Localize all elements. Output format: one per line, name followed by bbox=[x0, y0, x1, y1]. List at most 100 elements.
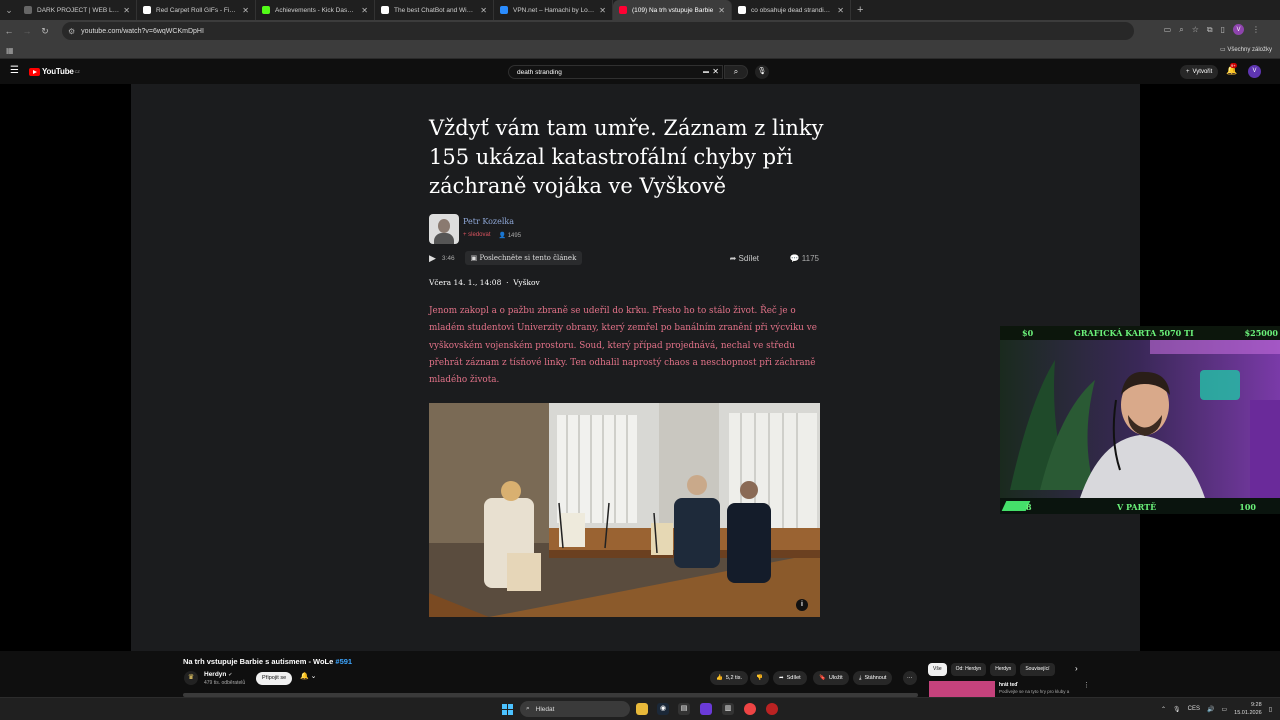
hamburger-menu-icon[interactable]: ☰ bbox=[10, 65, 19, 76]
sidepanel-icon[interactable]: ▯ bbox=[1221, 25, 1225, 34]
photo-info-icon[interactable]: i bbox=[796, 599, 808, 611]
tab-title: VPN.net – Hamachi by LogMeIn bbox=[513, 6, 595, 14]
youtube-play-icon bbox=[29, 67, 40, 76]
create-button[interactable]: + Vytvořit bbox=[1180, 65, 1219, 79]
forward-icon[interactable]: → bbox=[18, 26, 36, 36]
file-explorer-icon[interactable] bbox=[636, 703, 648, 715]
youtube-header: ☰ YouTube CZ death stranding ▬ ✕ ⌕ 🎙 + Vy… bbox=[0, 60, 1280, 84]
start-button[interactable] bbox=[502, 704, 513, 715]
steam-icon[interactable]: ◉ bbox=[657, 703, 669, 715]
author-avatar bbox=[429, 214, 459, 244]
all-bookmarks-folder[interactable]: ▭ Všechny záložky bbox=[1220, 46, 1272, 53]
browser-tab[interactable]: co obsahuje dead stranding co ✕ bbox=[732, 0, 851, 20]
video-info-area: Na trh vstupuje Barbie s autismem - WoLe… bbox=[0, 651, 1280, 697]
youtube-logo[interactable]: YouTube CZ bbox=[29, 67, 80, 76]
browser-tab[interactable]: VPN.net – Hamachi by LogMeIn ✕ bbox=[494, 0, 613, 20]
extensions-icon[interactable]: ⧉ bbox=[1207, 25, 1213, 35]
search-icon: ⌕ bbox=[733, 67, 739, 76]
tab-favicon-icon bbox=[619, 6, 627, 14]
browser-tab[interactable]: The best ChatBot and Widgets ✕ bbox=[375, 0, 494, 20]
chrome-icon[interactable] bbox=[744, 703, 756, 715]
reload-icon[interactable]: ↻ bbox=[36, 26, 54, 37]
tab-favicon-icon bbox=[500, 6, 508, 14]
tab-search-icon[interactable]: ⌄ bbox=[0, 0, 18, 20]
filter-chip[interactable]: Vše bbox=[928, 663, 947, 676]
share-icon: ➦ bbox=[729, 253, 737, 263]
mic-tray-icon[interactable]: 🎙 bbox=[1173, 706, 1181, 713]
url-text: youtube.com/watch?v=6wqWCKmDpHI bbox=[81, 27, 204, 35]
browser-tab[interactable]: (109) Na trh vstupuje Barbie ✕ bbox=[613, 0, 732, 20]
tab-close-icon[interactable]: ✕ bbox=[480, 6, 487, 15]
clock[interactable]: 9:28 15.01.2026 bbox=[1234, 701, 1262, 717]
browser-tab[interactable]: DARK PROJECT | WEB LAB ✕ bbox=[18, 0, 137, 20]
dislike-button[interactable]: 👎 bbox=[750, 671, 769, 685]
cast-icon[interactable]: ▭ bbox=[1164, 25, 1172, 34]
youtube-logo-text: YouTube bbox=[42, 67, 74, 76]
keyboard-icon[interactable]: ▬ bbox=[703, 69, 709, 75]
save-button[interactable]: 🔖 Uložit bbox=[813, 671, 849, 685]
taskbar-search[interactable]: ⌕ Hledat bbox=[520, 701, 630, 717]
tray-overflow-icon[interactable]: ⌃ bbox=[1161, 706, 1166, 713]
all-bookmarks-label: Všechny záložky bbox=[1227, 47, 1272, 53]
language-indicator[interactable]: CES bbox=[1188, 706, 1200, 712]
filter-chip[interactable]: Od: Herdyn bbox=[950, 663, 987, 676]
tab-close-icon[interactable]: ✕ bbox=[718, 6, 725, 15]
clear-search-icon[interactable]: ✕ bbox=[712, 67, 719, 76]
verified-icon: ✔ bbox=[228, 672, 233, 678]
tab-close-icon[interactable]: ✕ bbox=[361, 6, 368, 15]
browser-tab[interactable]: Achievements - Kick Dashboard ✕ bbox=[256, 0, 375, 20]
menu-icon[interactable]: ⋮ bbox=[1252, 25, 1260, 34]
app-icon-2[interactable] bbox=[700, 703, 712, 715]
app-icon-1[interactable]: ▤ bbox=[678, 703, 690, 715]
video-player[interactable]: Vždyť vám tam umře. Záznam z linky 155 u… bbox=[0, 84, 1280, 651]
listen-label: Poslechněte si tento článek bbox=[479, 254, 577, 262]
new-tab-button[interactable]: + bbox=[857, 4, 863, 16]
volume-icon[interactable]: 🔊 bbox=[1207, 706, 1214, 713]
site-info-icon[interactable]: ⚙ bbox=[68, 27, 75, 36]
tab-close-icon[interactable]: ✕ bbox=[837, 6, 844, 15]
party-bar: 8 V PARTĚ 100 bbox=[1000, 498, 1280, 514]
channel-avatar[interactable]: ♛ bbox=[184, 671, 198, 685]
recommended-thumbnail[interactable] bbox=[929, 681, 995, 697]
profile-avatar[interactable]: V bbox=[1233, 24, 1244, 35]
video-hashtag[interactable]: #591 bbox=[335, 657, 352, 666]
bookmarks-bar: ▦ ▭ Všechny záložky bbox=[0, 42, 1280, 59]
apps-grid-icon[interactable]: ▦ bbox=[6, 46, 14, 55]
zoom-icon[interactable]: ⌕ bbox=[1179, 25, 1183, 35]
recommended-more-icon[interactable]: ⋮ bbox=[1083, 681, 1090, 689]
notifications-bell-icon[interactable]: 🔔 9+ bbox=[1226, 63, 1237, 76]
voice-search-icon[interactable]: 🎙 bbox=[755, 65, 769, 79]
notifications-icon[interactable]: ▯ bbox=[1269, 706, 1272, 713]
chevron-down-icon: ⌄ bbox=[310, 673, 317, 680]
filter-chip[interactable]: Související bbox=[1020, 663, 1055, 676]
subscribe-bell-button[interactable]: 🔔 ⌄ bbox=[300, 672, 317, 680]
more-actions-button[interactable]: ⋯ bbox=[903, 671, 917, 685]
app-icon-3[interactable]: ▥ bbox=[722, 703, 734, 715]
back-icon[interactable]: ← bbox=[0, 26, 18, 36]
tab-close-icon[interactable]: ✕ bbox=[242, 6, 249, 15]
filter-chip[interactable]: Herdyn bbox=[990, 663, 1017, 676]
search-input[interactable]: death stranding ▬ ✕ bbox=[508, 65, 723, 79]
download-button[interactable]: ⤓ Stáhnout bbox=[853, 671, 893, 685]
browser-tab[interactable]: Red Carpet Roll GIFs - Find & Share ✕ bbox=[137, 0, 256, 20]
party-title: V PARTĚ bbox=[1117, 502, 1157, 512]
search-icon: ⌕ bbox=[526, 705, 530, 712]
join-button[interactable]: Připojit se bbox=[256, 672, 293, 685]
tab-close-icon[interactable]: ✕ bbox=[599, 6, 606, 15]
search-button[interactable]: ⌕ bbox=[724, 65, 748, 79]
app-icon-4[interactable] bbox=[766, 703, 778, 715]
recommended-title[interactable]: hrát teď bbox=[999, 682, 1018, 688]
address-bar[interactable]: ⚙ youtube.com/watch?v=6wqWCKmDpHI bbox=[62, 22, 1134, 40]
create-label: Vytvořit bbox=[1192, 69, 1213, 75]
chevron-right-icon[interactable]: › bbox=[1075, 664, 1078, 673]
download-label: Stáhnout bbox=[864, 675, 887, 681]
audio-duration: 3:46 bbox=[441, 254, 455, 262]
tab-close-icon[interactable]: ✕ bbox=[123, 6, 130, 15]
share-button[interactable]: ➦ Sdílet bbox=[773, 671, 807, 685]
star-icon[interactable]: ☆ bbox=[1192, 25, 1199, 34]
like-button[interactable]: 👍 5,2 tis. bbox=[710, 671, 749, 685]
channel-name[interactable]: Herdyn ✔ bbox=[204, 671, 232, 678]
network-icon[interactable]: ▭ bbox=[1221, 706, 1227, 713]
tab-title: Red Carpet Roll GIFs - Find & Share bbox=[156, 6, 238, 14]
account-avatar[interactable]: V bbox=[1248, 65, 1261, 78]
